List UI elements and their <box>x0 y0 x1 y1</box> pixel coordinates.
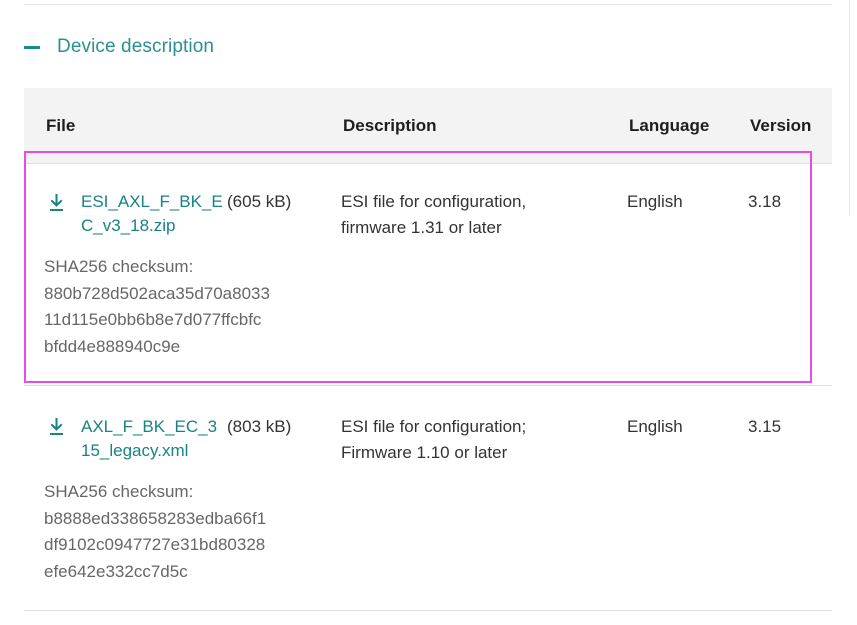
file-language: English <box>627 192 683 211</box>
file-download-link-continued[interactable]: 15_legacy.xml <box>81 439 227 463</box>
file-description-line: ESI file for configuration, <box>341 192 527 211</box>
file-description-line: ESI file for configuration; <box>341 417 527 436</box>
file-version: 3.15 <box>748 417 782 436</box>
table-row: ESI_AXL_F_BK_E C_v3_18.zip (605 kB) SHA2… <box>24 163 832 386</box>
section-title: Device description <box>57 36 215 57</box>
checksum-value-line: bfdd4e888940c9e <box>44 337 181 356</box>
checksum-value-line: 11d115e0bb6b8e7d077ffcbfc <box>44 310 262 329</box>
checksum-value-line: 880b728d502aca35d70a8033 <box>44 284 270 303</box>
download-icon[interactable] <box>49 418 64 436</box>
checksum-value-line: b8888ed338658283edba66f1 <box>44 509 267 528</box>
column-header-description: Description <box>343 116 437 135</box>
column-header-file: File <box>46 116 76 135</box>
file-description-line: firmware 1.31 or later <box>341 218 502 237</box>
checksum-value-line: efe642e332cc7d5c <box>44 562 188 581</box>
table-row: AXL_F_BK_EC_3 15_legacy.xml (803 kB) SHA… <box>24 386 832 611</box>
top-divider <box>24 4 832 5</box>
device-description-toggle[interactable]: Device description <box>24 30 214 64</box>
scroll-edge <box>849 0 850 216</box>
file-size: (605 kB) <box>227 192 292 211</box>
checksum-value-line: df9102c0947727e31bd80328 <box>44 535 266 554</box>
file-download-link[interactable]: AXL_F_BK_EC_3 <box>81 415 227 439</box>
column-header-version: Version <box>750 116 812 135</box>
file-description-line: Firmware 1.10 or later <box>341 443 508 462</box>
minus-icon[interactable] <box>24 45 40 49</box>
file-version: 3.18 <box>748 192 782 211</box>
file-language: English <box>627 417 683 436</box>
table-header: File Description Language Version <box>24 88 832 164</box>
file-download-link-continued[interactable]: C_v3_18.zip <box>81 214 227 238</box>
file-download-link[interactable]: ESI_AXL_F_BK_E <box>81 190 227 214</box>
checksum-label: SHA256 checksum: <box>44 257 194 276</box>
file-size: (803 kB) <box>227 417 292 436</box>
download-icon[interactable] <box>49 194 64 212</box>
checksum-label: SHA256 checksum: <box>44 482 194 501</box>
column-header-language: Language <box>629 116 710 135</box>
